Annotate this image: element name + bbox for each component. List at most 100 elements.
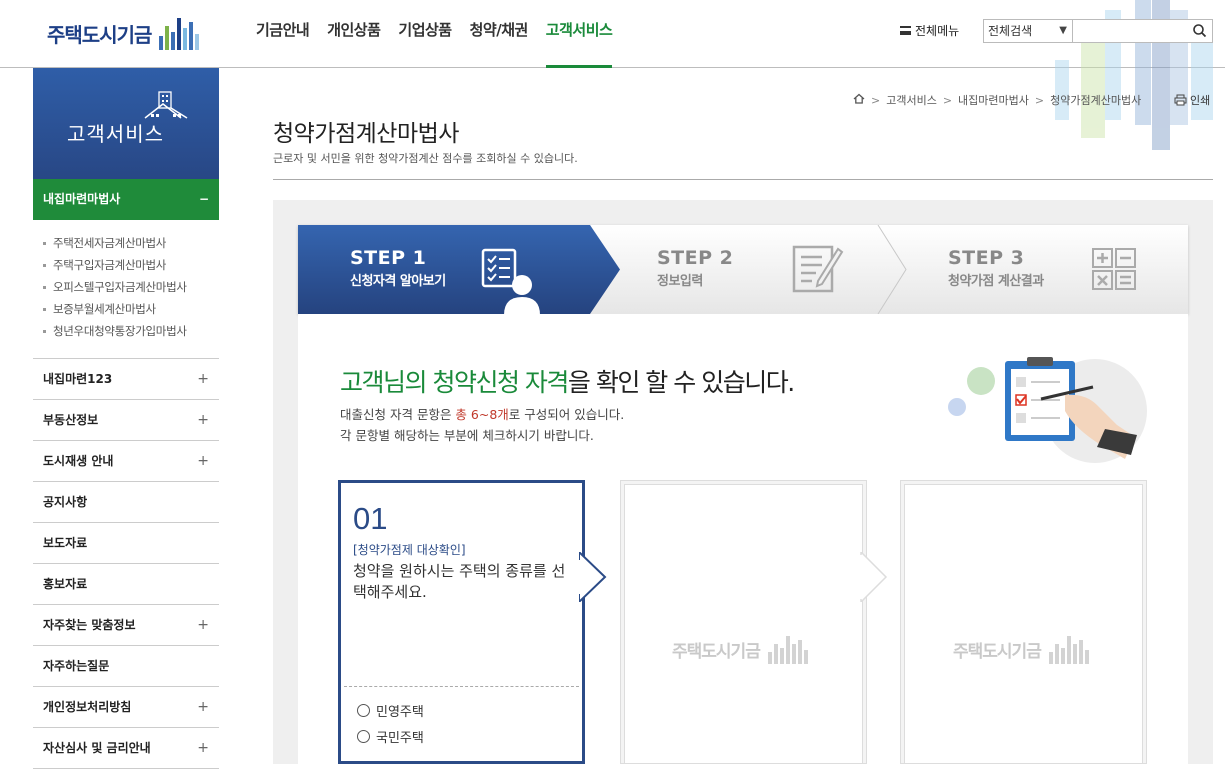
sidebar-item[interactable]: 개인정보처리방침 + <box>33 687 219 728</box>
arrow-right-icon <box>579 552 607 602</box>
breadcrumb: > 고객서비스 > 내집마련마법사 > 청약가점계산마법사 <box>853 92 1147 108</box>
main-nav: 기금안내 개인상품 기업상품 청약/채권 고객서비스 <box>256 0 630 68</box>
question-card-active: 01 [청약가점제 대상확인] 청약을 원하시는 주택의 종류를 선택해주세요.… <box>338 480 585 764</box>
step-progress-bar: STEP 1 신청자격 알아보기 STEP 2 정보입력 STEP 3 청약가점… <box>298 225 1188 315</box>
placeholder-logo: 주택도시기금 <box>672 634 810 664</box>
placeholder-logo-text: 주택도시기금 <box>953 641 1042 662</box>
home-icon[interactable] <box>853 93 865 107</box>
submenu-item[interactable]: 주택구입자금계산마법사 <box>41 254 219 276</box>
wizard-subline: 각 문항별 해당하는 부분에 체크하시기 바랍니다. <box>340 428 594 443</box>
sidebar-item[interactable]: 자주하는질문 <box>33 646 219 687</box>
sidebar-item-label: 도시재생 안내 <box>43 454 114 468</box>
sidebar-item-label: 홍보자료 <box>43 577 88 591</box>
all-menu-label: 전체메뉴 <box>915 24 960 38</box>
divider <box>273 179 1213 180</box>
sidebar-item-label: 자주찾는 맞춤정보 <box>43 618 136 632</box>
option-label: 국민주택 <box>376 731 424 746</box>
card-inner <box>624 484 863 763</box>
radio-button[interactable] <box>357 704 370 717</box>
collapse-icon: − <box>198 192 209 206</box>
subline-highlight: 총 6~8개 <box>455 407 509 422</box>
sidebar-title: 고객서비스 <box>67 122 164 146</box>
page-title: 청약가점계산마법사 <box>273 121 459 147</box>
step2-label: 정보입력 <box>657 274 703 289</box>
all-menu-button[interactable]: 전체메뉴 <box>900 22 959 39</box>
breadcrumb-item[interactable]: 내집마련마법사 <box>958 92 1029 108</box>
sidebar-item[interactable]: 보도자료 <box>33 523 219 564</box>
option-national-housing[interactable]: 국민주택 <box>357 727 424 746</box>
step3-label: 청약가점 계산결과 <box>948 274 1044 289</box>
expand-icon: + <box>197 453 209 469</box>
sidebar-item[interactable]: 부동산정보 + <box>33 400 219 441</box>
submenu-item[interactable]: 청년우대청약통장가입마법사 <box>41 320 219 342</box>
question-tag: [청약가점제 대상확인] <box>353 543 466 557</box>
option-private-housing[interactable]: 민영주택 <box>357 701 424 720</box>
document-edit-icon <box>792 245 844 293</box>
sidebar-menu: 내집마련마법사 − 주택전세자금계산마법사 주택구입자금계산마법사 오피스텔구입… <box>33 179 219 769</box>
placeholder-logo-text: 주택도시기금 <box>672 641 761 662</box>
sidebar-item-label: 부동산정보 <box>43 413 99 427</box>
sidebar-item[interactable]: 도시재생 안내 + <box>33 441 219 482</box>
nav-item-corporate-products[interactable]: 기업상품 <box>398 0 452 68</box>
submenu-item[interactable]: 보증부월세계산마법사 <box>41 298 219 320</box>
logo-bars-icon <box>1048 634 1091 664</box>
step3-title: STEP 3 <box>948 247 1025 269</box>
print-label: 인쇄 <box>1190 94 1211 107</box>
sidebar-item[interactable]: 자주찾는 맞춤정보 + <box>33 605 219 646</box>
search-icon <box>1193 24 1207 38</box>
expand-icon: + <box>197 740 209 756</box>
nav-item-fund-info[interactable]: 기금안내 <box>256 0 310 68</box>
logo-bars-icon <box>159 16 201 50</box>
sidebar-item-label: 개인정보처리방침 <box>43 700 132 714</box>
sidebar-item[interactable]: 자산심사 및 금리안내 + <box>33 728 219 769</box>
sidebar-item[interactable]: 홍보자료 <box>33 564 219 605</box>
logo-text: 주택도시기금 <box>47 22 152 47</box>
logo-bars-icon <box>767 634 810 664</box>
sidebar-title-box: 고객서비스 <box>33 68 219 179</box>
hamburger-icon <box>900 26 911 35</box>
breadcrumb-separator: > <box>1034 93 1045 107</box>
question-number: 01 <box>353 501 388 536</box>
step1-title: STEP 1 <box>350 247 427 269</box>
subline-text: 로 구성되어 있습니다. <box>508 407 625 422</box>
option-label: 민영주택 <box>376 705 424 720</box>
breadcrumb-item[interactable]: 고객서비스 <box>886 92 937 108</box>
sidebar-item-current[interactable]: 내집마련마법사 − <box>33 179 219 220</box>
question-text: 청약을 원하시는 주택의 종류를 선택해주세요. <box>353 562 566 601</box>
expand-icon: + <box>197 617 209 633</box>
wizard-subline: 대출신청 자격 문항은 총 6~8개로 구성되어 있습니다. <box>340 404 624 423</box>
search-scope-select[interactable]: 전체검색 ▼ <box>983 19 1073 43</box>
print-button[interactable]: 인쇄 <box>1174 92 1210 108</box>
site-header: 주택도시기금 기금안내 개인상품 기업상품 청약/채권 고객서비스 전체메뉴 전… <box>0 0 1225 150</box>
page-description: 근로자 및 서민을 위한 청약가점계산 점수를 조회하실 수 있습니다. <box>273 152 578 165</box>
search-button[interactable] <box>1190 21 1210 41</box>
arrow-right-icon <box>859 552 888 602</box>
site-logo[interactable]: 주택도시기금 <box>47 16 201 50</box>
chevron-down-icon: ▼ <box>1059 25 1067 36</box>
card-inner <box>904 484 1143 763</box>
sidebar-item[interactable]: 내집마련123 + <box>33 359 219 400</box>
printer-icon <box>1174 94 1187 106</box>
nav-item-subscription-bonds[interactable]: 청약/채권 <box>470 0 529 68</box>
sidebar-item[interactable]: 공지사항 <box>33 482 219 523</box>
submenu-item[interactable]: 오피스텔구입자금계산마법사 <box>41 276 219 298</box>
headline-rest: 을 확인 할 수 있습니다. <box>567 368 795 397</box>
submenu-item[interactable]: 주택전세자금계산마법사 <box>41 232 219 254</box>
nav-item-customer-service[interactable]: 고객서비스 <box>545 0 613 68</box>
expand-icon: + <box>197 412 209 428</box>
headline-highlight: 고객님의 청약신청 자격 <box>340 368 569 397</box>
nav-item-personal-products[interactable]: 개인상품 <box>327 0 381 68</box>
search-scope-value: 전체검색 <box>988 24 1033 38</box>
sidebar-current-label: 내집마련마법사 <box>43 192 121 206</box>
breadcrumb-separator: > <box>871 93 881 107</box>
clipboard-check-illustration <box>948 357 1147 463</box>
sidebar-item-label: 자산심사 및 금리안내 <box>43 741 151 755</box>
breadcrumb-item: 청약가점계산마법사 <box>1050 94 1142 107</box>
breadcrumb-separator: > <box>942 93 953 107</box>
placeholder-logo: 주택도시기금 <box>953 634 1091 664</box>
subline-text: 대출신청 자격 문항은 <box>340 407 456 422</box>
radio-button[interactable] <box>357 730 370 743</box>
divider <box>344 686 579 687</box>
expand-icon: + <box>197 371 209 387</box>
sidebar-submenu: 주택전세자금계산마법사 주택구입자금계산마법사 오피스텔구입자금계산마법사 보증… <box>33 220 219 359</box>
